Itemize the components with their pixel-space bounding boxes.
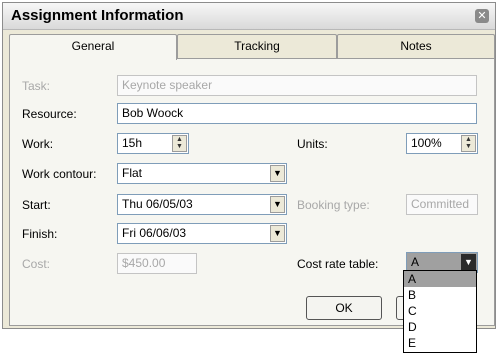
chevron-down-icon[interactable]: ▼ bbox=[461, 254, 476, 271]
cost-rate-option-e[interactable]: E bbox=[404, 335, 476, 351]
chevron-down-icon[interactable]: ▼ bbox=[270, 165, 285, 182]
work-contour-label: Work contour: bbox=[22, 167, 97, 181]
tab-notes[interactable]: Notes bbox=[337, 34, 495, 58]
cost-rate-option-c[interactable]: C bbox=[404, 303, 476, 319]
task-label: Task: bbox=[22, 79, 51, 93]
work-contour-value: Flat bbox=[122, 166, 143, 180]
units-spinner[interactable]: ▲ ▼ bbox=[461, 135, 476, 152]
task-field: Keynote speaker bbox=[117, 75, 477, 96]
cost-field: $450.00 bbox=[117, 253, 197, 274]
dialog-title: Assignment Information bbox=[11, 7, 184, 24]
cost-rate-table-label: Cost rate table: bbox=[297, 257, 379, 271]
finish-label: Finish: bbox=[22, 227, 58, 241]
cost-label: Cost: bbox=[22, 257, 51, 271]
resource-label: Resource: bbox=[22, 107, 77, 121]
start-label: Start: bbox=[22, 198, 51, 212]
booking-type-field: Committed bbox=[406, 194, 478, 215]
tab-tracking[interactable]: Tracking bbox=[177, 34, 337, 58]
ok-button[interactable]: OK bbox=[306, 296, 382, 320]
chevron-down-icon[interactable]: ▼ bbox=[270, 196, 285, 213]
work-spinner[interactable]: ▲ ▼ bbox=[172, 135, 187, 152]
work-field[interactable]: 15h ▲ ▼ bbox=[117, 133, 189, 154]
close-icon[interactable]: ✕ bbox=[475, 9, 489, 23]
start-date-select[interactable]: Thu 06/05/03 ▼ bbox=[117, 194, 287, 215]
cost-rate-option-a[interactable]: A bbox=[404, 271, 476, 287]
resource-field[interactable]: Bob Woock bbox=[117, 103, 477, 124]
finish-date-select[interactable]: Fri 06/06/03 ▼ bbox=[117, 223, 287, 244]
work-value: 15h bbox=[122, 136, 143, 150]
work-label: Work: bbox=[22, 137, 54, 151]
tab-strip: General Tracking Notes bbox=[9, 34, 495, 60]
units-label: Units: bbox=[297, 137, 328, 151]
start-value: Thu 06/05/03 bbox=[122, 197, 193, 211]
cost-rate-table-value: A bbox=[411, 255, 420, 269]
tab-general[interactable]: General bbox=[9, 34, 177, 60]
units-value: 100% bbox=[411, 136, 442, 150]
cost-rate-table-dropdown-list: A B C D E bbox=[403, 270, 477, 353]
booking-type-label: Booking type: bbox=[297, 198, 370, 212]
work-contour-select[interactable]: Flat ▼ bbox=[117, 163, 287, 184]
cost-rate-option-d[interactable]: D bbox=[404, 319, 476, 335]
chevron-down-icon[interactable]: ▼ bbox=[270, 225, 285, 242]
title-bar: Assignment Information ✕ bbox=[3, 3, 495, 30]
units-field[interactable]: 100% ▲ ▼ bbox=[406, 133, 478, 154]
finish-value: Fri 06/06/03 bbox=[122, 226, 187, 240]
cost-rate-option-b[interactable]: B bbox=[404, 287, 476, 303]
